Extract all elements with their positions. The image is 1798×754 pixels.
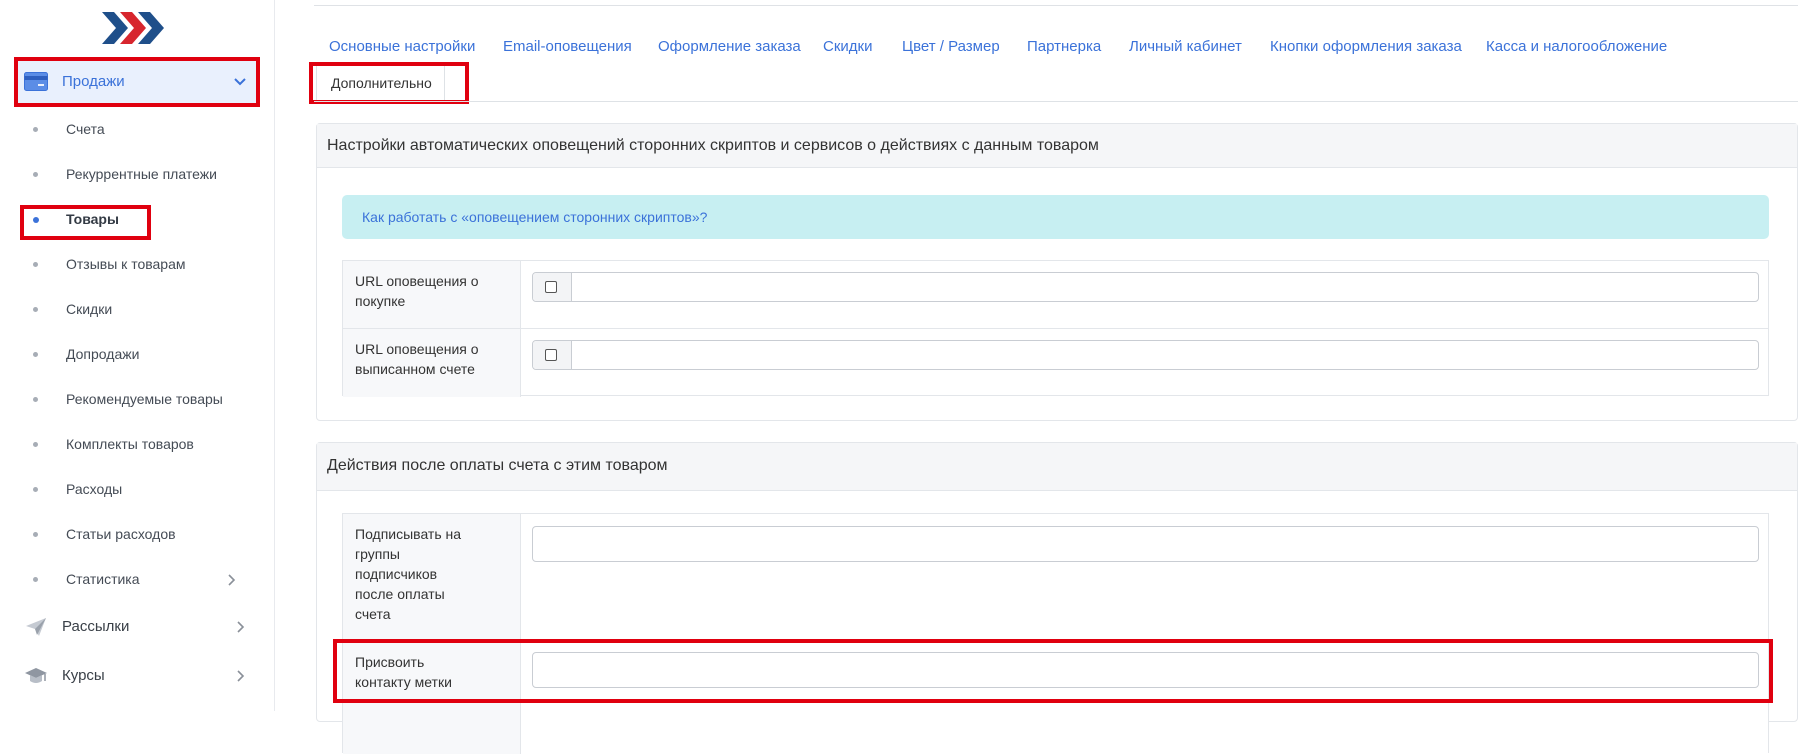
highlight-box-assign-tags: [333, 639, 1773, 703]
divider: [314, 5, 1798, 6]
url-invoice-input[interactable]: [572, 341, 1758, 369]
url-purchase-checkbox[interactable]: [545, 281, 557, 293]
chevron-down-icon: [234, 78, 246, 86]
sidebar-sub-item-label: Допродажи: [66, 346, 140, 362]
tabs-divider: [314, 101, 1798, 102]
sidebar-item-sales-label: Продажи: [62, 73, 125, 90]
sidebar-sub-item-label: Счета: [66, 121, 105, 137]
logo-icon[interactable]: [100, 8, 164, 48]
sidebar-sub-item-label: Рекуррентные платежи: [66, 166, 217, 182]
panel-title: Настройки автоматических оповещений стор…: [317, 124, 1797, 168]
bullet-icon: [33, 532, 38, 537]
checkbox-addon: [533, 341, 572, 369]
tab-email-notifications[interactable]: Email-оповещения: [503, 38, 632, 55]
field-label-line: счета: [355, 606, 391, 622]
main-content: Основные настройки Email-оповещения Офор…: [309, 0, 1798, 754]
sidebar-sub-item-expense-items[interactable]: Статьи расходов: [0, 520, 260, 550]
bullet-icon: [33, 352, 38, 357]
sidebar-item-sales[interactable]: Продажи: [14, 57, 260, 107]
tab-color-size[interactable]: Цвет / Размер: [902, 38, 1000, 55]
bullet-icon: [33, 172, 38, 177]
notification-form: URL оповещения о покупке URL оповещения …: [342, 260, 1769, 397]
url-invoice-checkbox[interactable]: [545, 349, 557, 361]
form-row: URL оповещения о выписанном счете: [343, 329, 1768, 397]
graduation-cap-icon: [25, 668, 47, 683]
chevron-right-icon: [237, 670, 245, 682]
sidebar-sub-item-recurring[interactable]: Рекуррентные платежи: [0, 160, 260, 190]
tab-order-buttons[interactable]: Кнопки оформления заказа: [1270, 38, 1462, 55]
tab-cash-taxation[interactable]: Касса и налогообложение: [1486, 38, 1667, 55]
sidebar-item-label: Рассылки: [62, 618, 130, 635]
sidebar-sub-item-label: Расходы: [66, 481, 123, 497]
field-label: Подписывать на группы подписчиков после …: [343, 514, 521, 639]
field-label-line: покупке: [355, 293, 406, 309]
sidebar-sub-item-upsells[interactable]: Допродажи: [0, 340, 260, 370]
sidebar-sub-item-invoices[interactable]: Счета: [0, 115, 260, 145]
credit-card-icon: [24, 72, 48, 91]
sidebar-sub-item-expenses[interactable]: Расходы: [0, 475, 260, 505]
field-label-line: URL оповещения о: [355, 341, 479, 357]
tab-bar: Основные настройки Email-оповещения Офор…: [309, 32, 1798, 104]
field-label-line: группы: [355, 546, 400, 562]
sidebar-sub-item-bundles[interactable]: Комплекты товаров: [0, 430, 260, 460]
sidebar-sub-item-label: Комплекты товаров: [66, 436, 194, 452]
form-row: URL оповещения о покупке: [343, 261, 1768, 329]
sidebar-sub-item-reviews[interactable]: Отзывы к товарам: [0, 250, 260, 280]
sidebar-sub-item-discounts[interactable]: Скидки: [0, 295, 260, 325]
url-purchase-input[interactable]: [572, 273, 1758, 301]
form-row: Подписывать на группы подписчиков после …: [343, 514, 1768, 640]
chevron-right-icon: [228, 574, 236, 586]
sidebar-sub-item-label: Статьи расходов: [66, 526, 176, 542]
sidebar-item-mailings[interactable]: Рассылки: [0, 609, 260, 645]
bullet-icon: [33, 442, 38, 447]
sidebar: Продажи Счета Рекуррентные платежи Товар…: [0, 0, 275, 711]
sidebar-sub-item-recommended[interactable]: Рекомендуемые товары: [0, 385, 260, 415]
sidebar-sub-item-label: Статистика: [66, 571, 140, 587]
sidebar-sub-item-label: Отзывы к товарам: [66, 256, 186, 272]
tab-order-design[interactable]: Оформление заказа: [658, 38, 801, 55]
field-label: URL оповещения о выписанном счете: [343, 329, 521, 397]
field-label-line: выписанном счете: [355, 361, 475, 377]
sidebar-item-label: Курсы: [62, 667, 105, 684]
after-payment-form: Подписывать на группы подписчиков после …: [342, 513, 1769, 754]
url-invoice-input-group: [532, 340, 1759, 370]
help-link[interactable]: Как работать с «оповещением сторонних ск…: [342, 195, 1769, 239]
chevron-right-icon: [237, 621, 245, 633]
paper-plane-icon: [26, 618, 46, 636]
field-label-line: Подписывать на: [355, 526, 462, 542]
url-purchase-input-group: [532, 272, 1759, 302]
panel-title: Действия после оплаты счета с этим товар…: [317, 443, 1797, 491]
highlight-box-products: [20, 205, 151, 240]
field-label-line: URL оповещения о: [355, 273, 479, 289]
field-label-line: подписчиков: [355, 566, 438, 582]
sidebar-sub-item-label: Рекомендуемые товары: [66, 391, 223, 407]
subscribe-groups-input[interactable]: [532, 526, 1759, 562]
tab-affiliate[interactable]: Партнерка: [1027, 38, 1101, 55]
tab-personal-account[interactable]: Личный кабинет: [1129, 38, 1242, 55]
highlight-box-tab: [309, 62, 469, 104]
bullet-icon: [33, 577, 38, 582]
bullet-icon: [33, 262, 38, 267]
field-label: URL оповещения о покупке: [343, 261, 521, 328]
field-label-line: после оплаты: [355, 586, 445, 602]
bullet-icon: [33, 487, 38, 492]
panel-notifications: Настройки автоматических оповещений стор…: [316, 123, 1798, 421]
sidebar-item-courses[interactable]: Курсы: [0, 658, 260, 694]
sidebar-sub-item-statistics[interactable]: Статистика: [0, 565, 260, 595]
bullet-icon: [33, 127, 38, 132]
checkbox-addon: [533, 273, 572, 301]
bullet-icon: [33, 307, 38, 312]
tab-discounts[interactable]: Скидки: [823, 38, 872, 55]
sidebar-sub-item-label: Скидки: [66, 301, 113, 317]
tab-main-settings[interactable]: Основные настройки: [329, 38, 475, 55]
bullet-icon: [33, 397, 38, 402]
